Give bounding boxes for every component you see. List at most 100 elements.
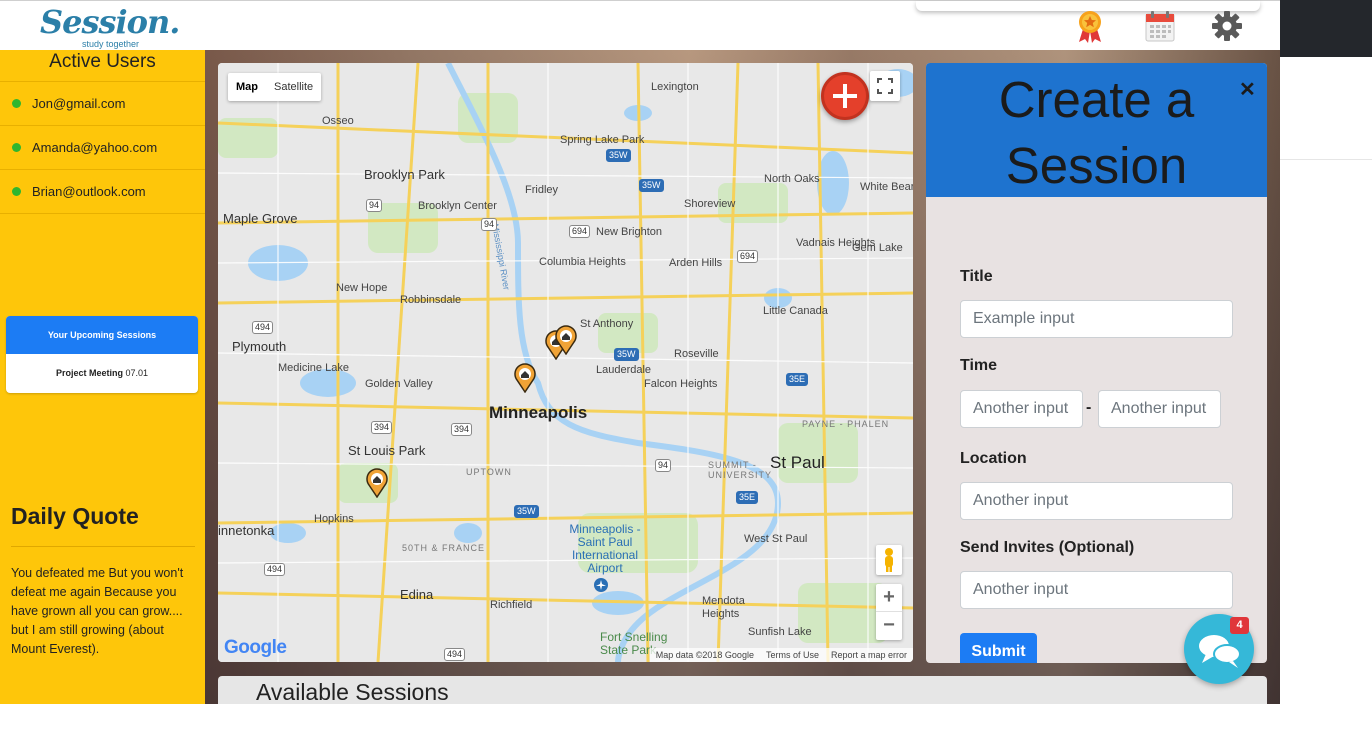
online-status-dot — [12, 187, 21, 196]
available-sessions-section: Available Sessions — [218, 676, 1267, 705]
map-label-new-brighton: New Brighton — [596, 226, 663, 238]
map-label-gem-lake: Gem Lake — [852, 242, 903, 254]
location-input[interactable]: Another input — [960, 482, 1233, 520]
divider — [11, 546, 195, 547]
map-label-uptown: UPTOWN — [466, 467, 512, 477]
online-status-dot — [12, 99, 21, 108]
map-data-credit: Map data ©2018 Google — [655, 650, 754, 660]
right-white-area — [1280, 57, 1372, 160]
upcoming-sessions-title: Your Upcoming Sessions — [6, 316, 198, 354]
create-session-header: Create a Session ✕ — [926, 63, 1267, 197]
close-icon[interactable]: ✕ — [1239, 77, 1256, 102]
daily-quote-text: You defeated me But you won't defeat me … — [11, 566, 184, 656]
fullscreen-icon — [877, 78, 893, 94]
map-label-plymouth: Plymouth — [232, 339, 287, 354]
map-label-white-bear: White Bear — [860, 181, 913, 193]
brand-tagline: study together — [82, 39, 140, 49]
upcoming-session-item[interactable]: Project Meeting 07.01 — [6, 354, 198, 393]
highway-shield-icon: 94 — [481, 218, 498, 231]
upcoming-sessions-card: Your Upcoming Sessions Project Meeting 0… — [6, 316, 198, 393]
highway-shield-icon: 494 — [252, 321, 274, 334]
zoom-out-button[interactable]: − — [876, 612, 902, 640]
title-label: Title — [960, 268, 993, 285]
map-type-map-button[interactable]: Map — [228, 73, 266, 101]
map-label-lexington: Lexington — [651, 81, 699, 93]
map-label-payne-phalen: PAYNE - PHALEN — [802, 419, 890, 429]
time-end-input[interactable]: Another input — [1098, 390, 1221, 428]
map-label-airport: Minneapolis -Saint Paul International Ai… — [569, 522, 641, 575]
map-label-st-paul: St Paul — [770, 453, 825, 472]
pegman-icon — [885, 548, 893, 572]
time-start-input[interactable]: Another input — [960, 390, 1083, 428]
fullscreen-button[interactable] — [870, 71, 900, 101]
session-marker-icon[interactable] — [366, 468, 388, 498]
map-label-medicine-lake: Medicine Lake — [278, 362, 349, 374]
invites-label: Send Invites (Optional) — [960, 539, 1135, 556]
map-label-sunfish-lake: Sunfish Lake — [748, 626, 812, 638]
session-date: 07.01 — [125, 368, 149, 378]
brand-name: Session. — [40, 3, 180, 41]
award-icon[interactable] — [1073, 9, 1107, 43]
map-label-columbia-heights: Columbia Heights — [539, 256, 626, 268]
google-logo: Google — [224, 637, 287, 658]
map-attribution: Map data ©2018 Google Terms of Use Repor… — [649, 648, 913, 662]
terms-of-use-link[interactable]: Terms of Use — [760, 648, 825, 662]
map-label-maple-grove: Maple Grove — [223, 211, 298, 226]
map-label-robbinsdale: Robbinsdale — [400, 294, 462, 306]
map-label-north-oaks: North Oaks — [764, 173, 820, 185]
session-name: Project Meeting — [55, 368, 123, 378]
active-user-row[interactable]: Brian@outlook.com — [0, 170, 205, 214]
session-marker-icon[interactable] — [514, 363, 536, 393]
map-label-minnetonka: innetonka — [218, 523, 275, 538]
map-label-brooklyn-park: Brooklyn Park — [364, 167, 445, 182]
available-sessions-title: Available Sessions — [256, 679, 449, 705]
map-label-roseville: Roseville — [674, 348, 719, 360]
map-label-st-louis-park: St Louis Park — [348, 443, 426, 458]
map-label-st-anthony: St Anthony — [580, 318, 634, 330]
map-label-fridley: Fridley — [525, 184, 559, 196]
street-view-pegman[interactable] — [876, 545, 902, 575]
highway-shield-icon: 694 — [737, 250, 759, 263]
add-session-button[interactable] — [821, 72, 869, 120]
map-label-lauderdale: Lauderdale — [596, 364, 652, 376]
highway-shield-icon: 394 — [451, 423, 473, 436]
submit-button[interactable]: Submit — [960, 633, 1037, 663]
daily-quote-title: Daily Quote — [11, 503, 139, 529]
time-separator: - — [1086, 399, 1092, 416]
calendar-icon[interactable] — [1143, 9, 1177, 43]
gear-icon[interactable] — [1210, 9, 1244, 43]
user-email: Amanda@yahoo.com — [32, 140, 158, 155]
map-label-spring-lake-park: Spring Lake Park — [560, 134, 645, 146]
invites-input[interactable]: Another input — [960, 571, 1233, 609]
create-session-title: Create a Session — [926, 63, 1267, 199]
create-session-title-line1: Create a — [998, 71, 1195, 128]
highway-shield-icon: 35W — [606, 149, 631, 162]
map-label-mendota-heights: Mendota Heights — [702, 595, 745, 620]
plus-icon — [833, 84, 857, 108]
map[interactable]: Osseo Brooklyn Park Maple Grove Brooklyn… — [218, 63, 913, 662]
right-dark-area — [1280, 0, 1372, 57]
sidebar: Active Users Jon@gmail.com Amanda@yahoo.… — [0, 50, 205, 704]
map-label-arden-hills: Arden Hills — [669, 257, 723, 269]
brand-logo[interactable]: Session. study together — [40, 3, 180, 49]
map-type-satellite-button[interactable]: Satellite — [266, 73, 321, 101]
map-label-shoreview: Shoreview — [684, 198, 736, 210]
highway-shield-icon: 694 — [569, 225, 591, 238]
highway-shield-icon: 94 — [366, 199, 383, 212]
zoom-in-button[interactable]: + — [876, 584, 902, 612]
highway-shield-icon: 35W — [614, 348, 639, 361]
report-error-link[interactable]: Report a map error — [825, 648, 913, 662]
create-session-title-line2: Session — [1005, 137, 1188, 194]
user-email: Brian@outlook.com — [32, 184, 146, 199]
map-label-little-canada: Little Canada — [763, 305, 828, 317]
map-label-golden-valley: Golden Valley — [365, 378, 433, 390]
map-label-falcon-heights: Falcon Heights — [644, 378, 718, 390]
create-session-panel: Create a Session ✕ Title Example input T… — [926, 63, 1267, 663]
active-user-row[interactable]: Amanda@yahoo.com — [0, 126, 205, 170]
airport-icon — [594, 578, 608, 592]
active-user-row[interactable]: Jon@gmail.com — [0, 82, 205, 126]
title-input[interactable]: Example input — [960, 300, 1233, 338]
map-label-minneapolis: Minneapolis — [489, 403, 588, 422]
session-marker-icon[interactable] — [555, 325, 577, 355]
time-label: Time — [960, 357, 998, 374]
